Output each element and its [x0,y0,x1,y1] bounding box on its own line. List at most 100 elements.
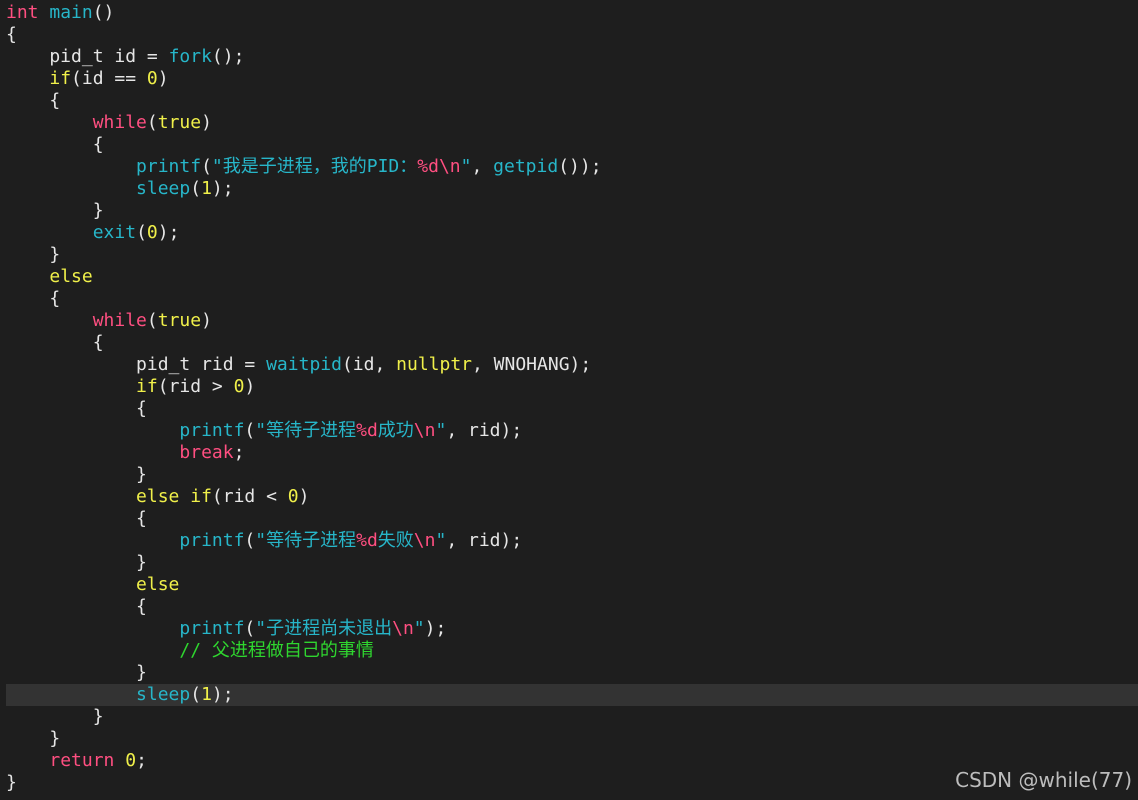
code-token: { [6,90,61,111]
code-line[interactable]: printf("我是子进程，我的PID：%d\n", getpid()); [0,156,1138,178]
code-token: exit [92,222,137,243]
code-line[interactable]: } [0,552,1138,574]
watermark: CSDN @while(77) [955,768,1132,792]
code-token: while [92,310,147,331]
code-line[interactable]: printf("子进程尚未退出\n"); [0,618,1138,640]
code-token: } [6,772,17,793]
code-token: { [6,398,147,419]
code-token: return [49,750,115,771]
code-token: if [49,68,72,89]
code-line[interactable]: sleep(1); [0,178,1138,200]
code-token: printf [179,530,245,551]
code-line[interactable]: if(id == 0) [0,68,1138,90]
code-token: { [6,134,104,155]
code-token: %d [356,420,378,441]
code-line[interactable]: pid_t id = fork(); [0,46,1138,68]
code-token: } [6,464,147,485]
code-line[interactable]: { [0,332,1138,354]
code-token: ( [244,530,256,551]
code-token: ( [146,112,158,133]
code-token: { [6,508,147,529]
code-token: (rid > [157,376,234,397]
code-token: ( [146,310,158,331]
code-line[interactable]: while(true) [0,112,1138,134]
code-token: ; [136,750,147,771]
code-token: , rid); [446,530,523,551]
code-token: \n [392,618,414,639]
code-line[interactable]: } [0,200,1138,222]
code-token: 0 [125,750,137,771]
code-token: waitpid [266,354,342,375]
code-line[interactable]: if(rid > 0) [0,376,1138,398]
code-token: { [6,596,147,617]
code-line[interactable]: break; [0,442,1138,464]
code-token: (id, [341,354,397,375]
code-token: } [6,552,147,573]
code-line[interactable]: { [0,596,1138,618]
code-token: (); [211,46,245,67]
code-token: { [6,332,104,353]
code-line-current[interactable]: sleep(1); [6,684,1138,706]
code-token: true [157,112,202,133]
code-line[interactable]: else [0,266,1138,288]
code-token: ( [136,222,147,243]
code-token: nullptr [396,354,472,375]
code-token: break [179,442,234,463]
code-line[interactable]: { [0,90,1138,112]
code-line[interactable]: int main() [0,2,1138,24]
code-token: } [6,244,61,265]
code-token: ); [157,222,180,243]
code-line[interactable]: else [0,574,1138,596]
code-line[interactable]: } [0,464,1138,486]
code-token: ); [211,178,234,199]
code-token: " [435,530,447,551]
code-token: "我是子进程，我的PID： [211,156,418,177]
code-token: } [6,662,147,683]
code-line[interactable]: { [0,288,1138,310]
code-line[interactable]: } [0,706,1138,728]
code-line[interactable]: while(true) [0,310,1138,332]
code-token: %d [356,530,378,551]
code-line[interactable]: printf("等待子进程%d成功\n", rid); [0,420,1138,442]
code-token: (id == [71,68,147,89]
code-token: else [136,574,180,595]
code-token: "等待子进程 [255,530,357,551]
code-token: sleep [136,178,191,199]
code-line[interactable]: { [0,508,1138,530]
code-line[interactable]: printf("等待子进程%d失败\n", rid); [0,530,1138,552]
code-line[interactable]: { [0,134,1138,156]
code-line[interactable]: } [0,728,1138,750]
code-token: main [49,2,93,23]
code-token: ( [244,618,256,639]
code-token: ()); [558,156,602,177]
code-line[interactable]: // 父进程做自己的事情 [0,640,1138,662]
code-line[interactable]: } [0,244,1138,266]
code-token: fork [168,46,212,67]
code-token: ) [298,486,310,507]
code-line[interactable]: { [0,24,1138,46]
code-token: ) [244,376,256,397]
code-line[interactable]: } [0,662,1138,684]
code-token: if [136,376,158,397]
code-line[interactable]: exit(0); [0,222,1138,244]
code-line[interactable]: pid_t rid = waitpid(id, nullptr, WNOHANG… [0,354,1138,376]
code-token: ( [190,684,202,705]
code-token: ) [157,68,169,89]
code-editor[interactable]: int main(){ pid_t id = fork(); if(id == … [0,0,1138,800]
code-token: 0 [146,68,158,89]
code-line[interactable]: { [0,398,1138,420]
code-line[interactable]: else if(rid < 0) [0,486,1138,508]
code-token: true [157,310,202,331]
code-token: ( [201,156,212,177]
code-token: "子进程尚未退出 [255,618,393,639]
code-token: { [6,24,17,45]
